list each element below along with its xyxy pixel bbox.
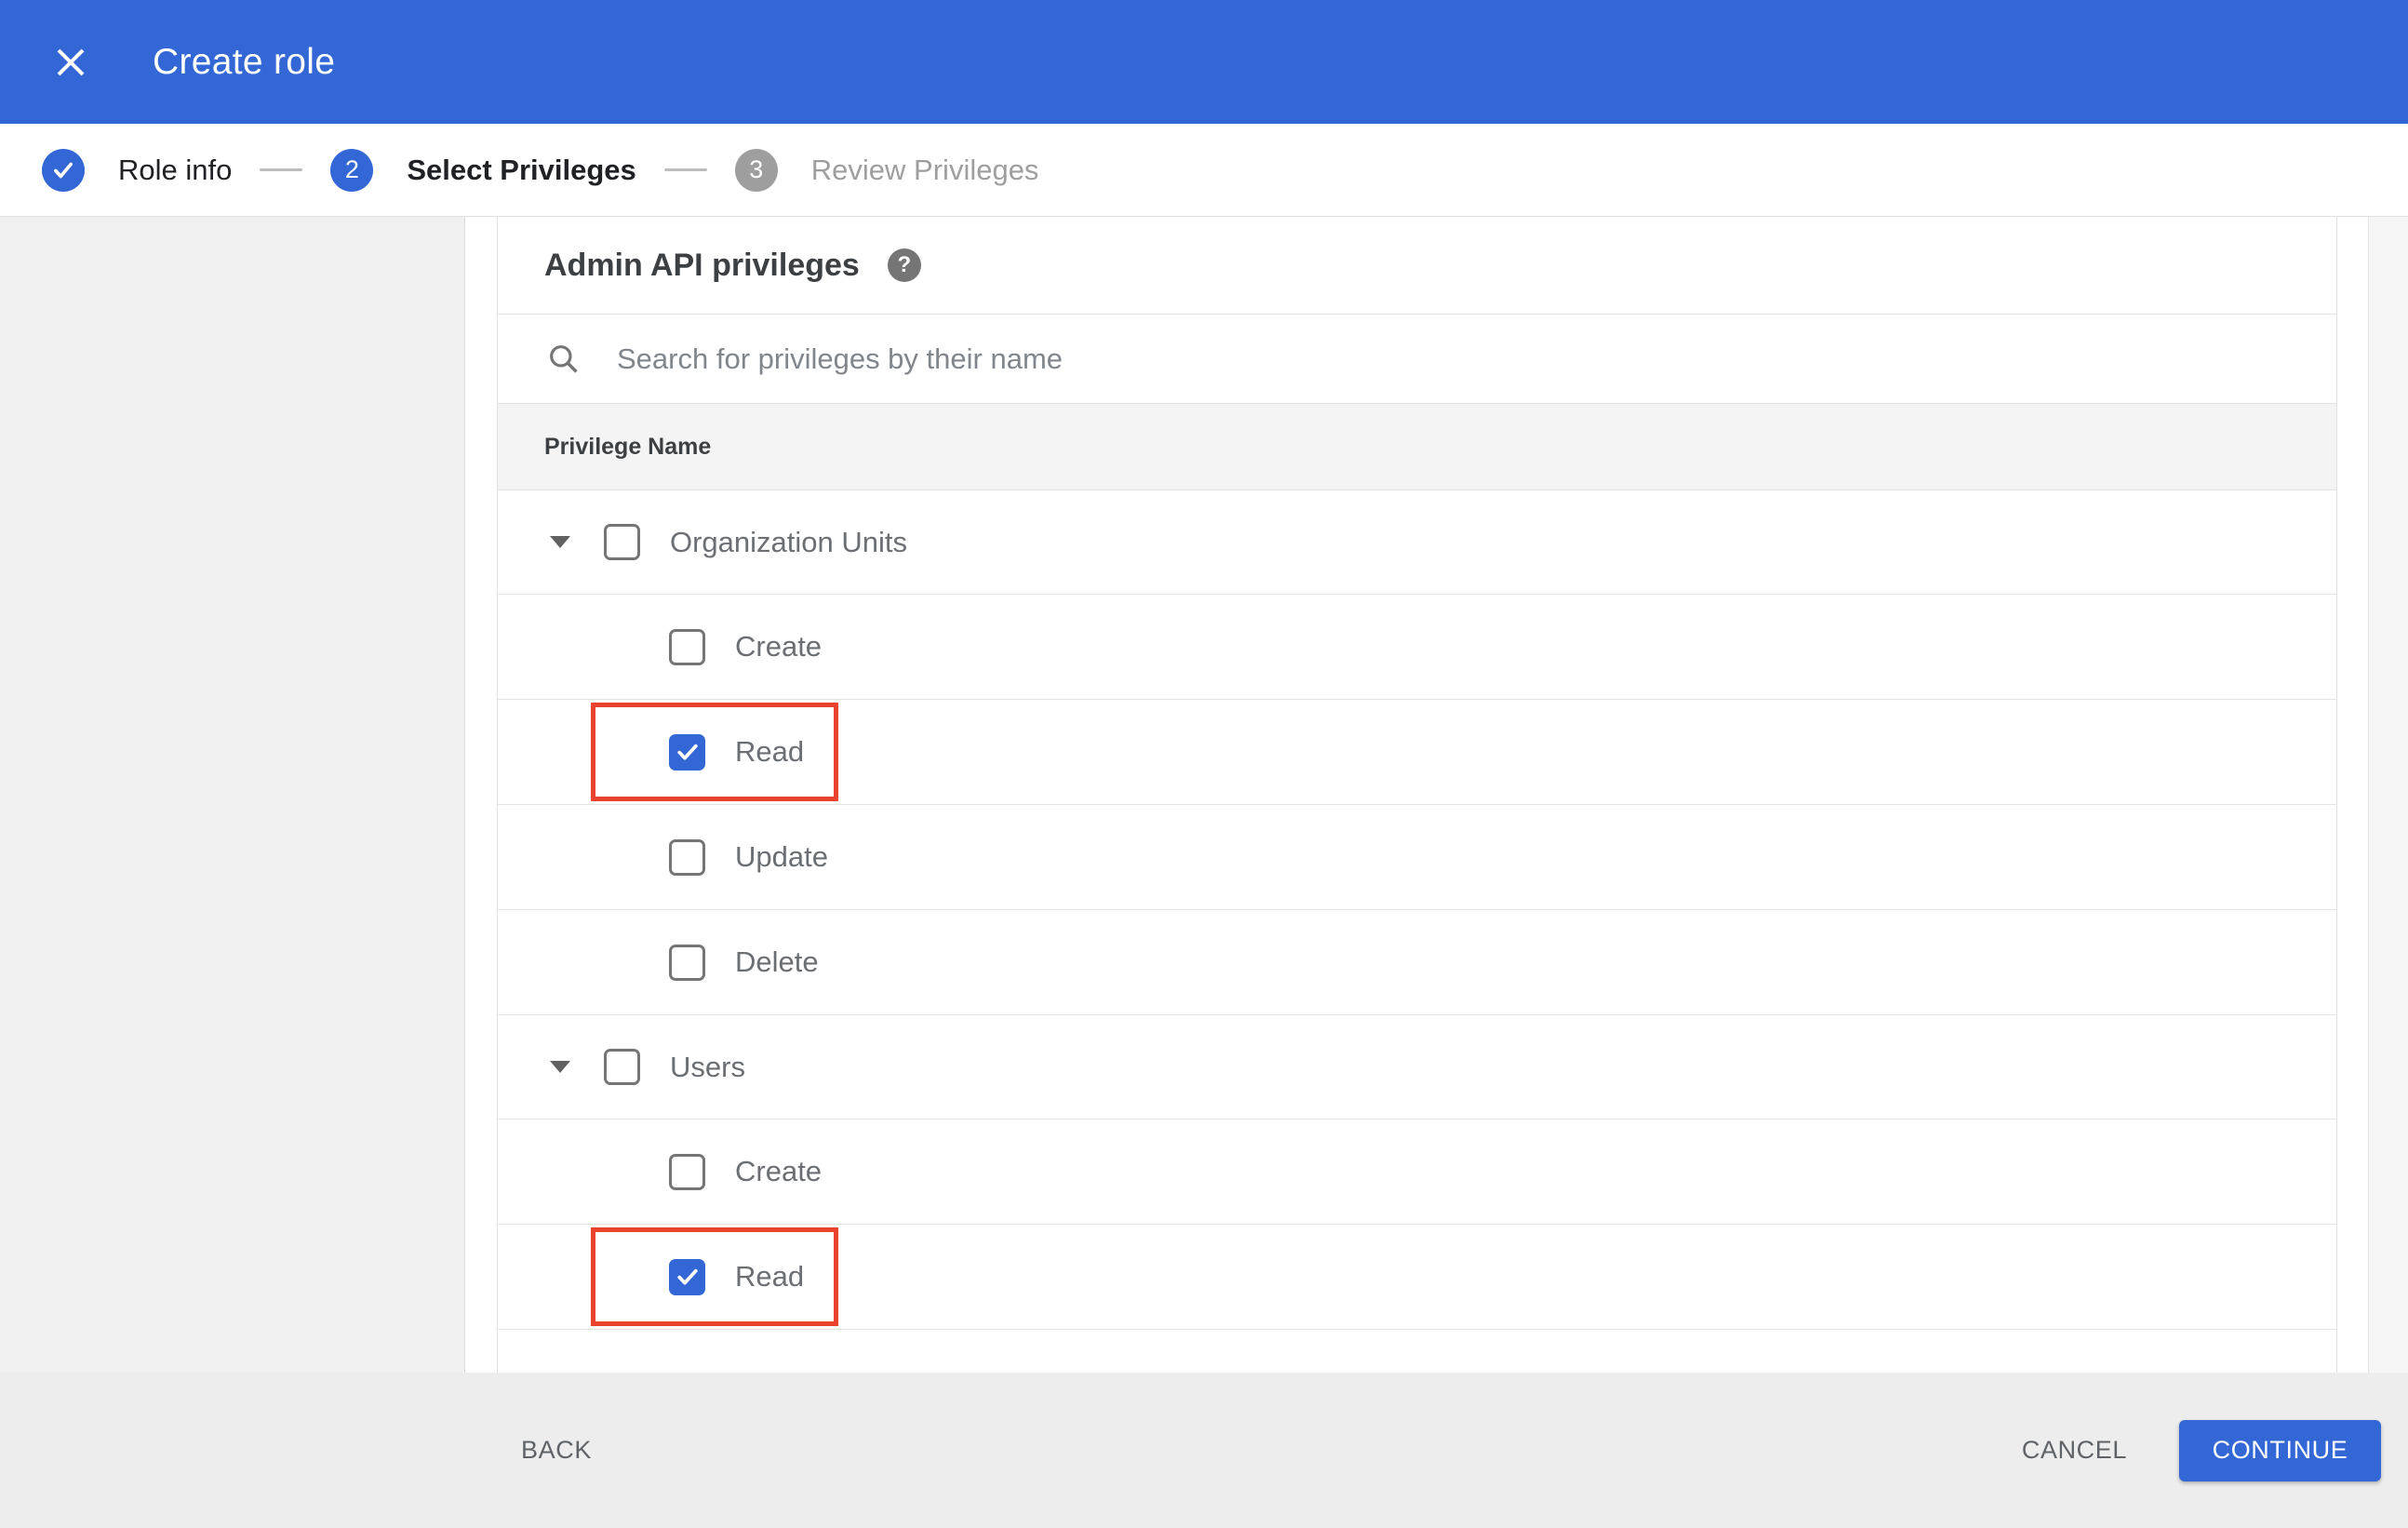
- checkmark-glyph: [676, 744, 698, 760]
- privilege-child-row: Read: [498, 1225, 2336, 1330]
- close-icon[interactable]: [50, 42, 91, 83]
- step-label: Review Privileges: [810, 153, 1039, 186]
- privilege-child-row: Delete: [498, 910, 2336, 1015]
- checkbox-unchecked[interactable]: [669, 838, 705, 876]
- privilege-search-row[interactable]: Search for privileges by their name: [498, 314, 2336, 403]
- step-number-badge: 2: [330, 148, 374, 192]
- checkbox-unchecked[interactable]: [604, 1049, 640, 1085]
- privilege-child-row: Update: [498, 805, 2336, 910]
- step-connector: [260, 168, 303, 171]
- privilege-child-row: Create: [498, 1119, 2336, 1225]
- privilege-child-row: Read: [498, 700, 2336, 805]
- search-input[interactable]: Search for privileges by their name: [617, 342, 2336, 376]
- dialog-title: Create role: [153, 41, 336, 82]
- checkbox-unchecked[interactable]: [669, 944, 705, 981]
- privilege-table: Organization Units Create Read Update Delete…: [498, 490, 2336, 1373]
- privilege-label: Delete: [735, 945, 819, 978]
- stepper: Role info 2 Select Privileges 3 Review P…: [0, 124, 2408, 217]
- privilege-label: Update: [735, 840, 828, 873]
- table-header-row: Privilege Name: [498, 403, 2336, 490]
- checkbox-checked[interactable]: [669, 733, 705, 771]
- cancel-button[interactable]: CANCEL: [2022, 1436, 2127, 1465]
- continue-button[interactable]: CONTINUE: [2179, 1419, 2381, 1481]
- expand-caret-icon[interactable]: [550, 1061, 570, 1073]
- step-label: Select Privileges: [407, 153, 636, 186]
- step-select-privileges[interactable]: 2 Select Privileges: [330, 148, 636, 192]
- dialog-header: Create role: [0, 0, 2408, 124]
- scrollbar-track[interactable]: [2368, 217, 2408, 1373]
- step-label: Role info: [118, 153, 233, 186]
- privilege-label: Users: [670, 1050, 745, 1083]
- privileges-card: Admin API privileges ? Search for privil…: [497, 217, 2337, 1373]
- privilege-label: Organization Units: [670, 525, 908, 558]
- step-review-privileges[interactable]: 3 Review Privileges: [734, 148, 1039, 192]
- close-x-glyph: [57, 48, 85, 75]
- card-heading: Admin API privileges: [544, 247, 860, 283]
- right-gutter: [2337, 217, 2368, 1373]
- privilege-label: Read: [735, 1260, 805, 1293]
- back-button[interactable]: BACK: [521, 1436, 592, 1465]
- step-complete-check-icon: [42, 148, 85, 192]
- help-icon[interactable]: ?: [887, 248, 921, 282]
- step-connector: [663, 168, 707, 171]
- step-role-info[interactable]: Role info: [42, 148, 233, 192]
- privilege-label: Read: [735, 735, 805, 768]
- privilege-group-row: Organization Units: [498, 490, 2336, 595]
- checkbox-checked[interactable]: [669, 1258, 705, 1295]
- privilege-label: Create: [735, 630, 823, 663]
- checkbox-unchecked[interactable]: [604, 524, 640, 560]
- card-heading-row: Admin API privileges ?: [498, 217, 2336, 314]
- privilege-child-row: Create: [498, 595, 2336, 700]
- privilege-label: Create: [735, 1155, 823, 1187]
- clipped-row: [498, 1330, 2336, 1373]
- create-role-dialog: Create role Role info 2 Select Privilege…: [0, 0, 2408, 1528]
- checkbox-unchecked[interactable]: [669, 628, 705, 665]
- step-number-badge: 3: [734, 148, 778, 192]
- search-icon: [550, 344, 578, 373]
- expand-caret-icon[interactable]: [550, 536, 570, 548]
- left-panel: [0, 217, 465, 1373]
- checkbox-unchecked[interactable]: [669, 1153, 705, 1190]
- checkmark-glyph: [676, 1268, 698, 1285]
- privilege-group-row: Users: [498, 1015, 2336, 1119]
- content-area: Admin API privileges ? Search for privil…: [0, 217, 2408, 1373]
- footer-action-bar: BACK CANCEL CONTINUE: [0, 1373, 2408, 1528]
- privilege-name-column-header: Privilege Name: [544, 433, 712, 460]
- left-gutter: [465, 217, 497, 1373]
